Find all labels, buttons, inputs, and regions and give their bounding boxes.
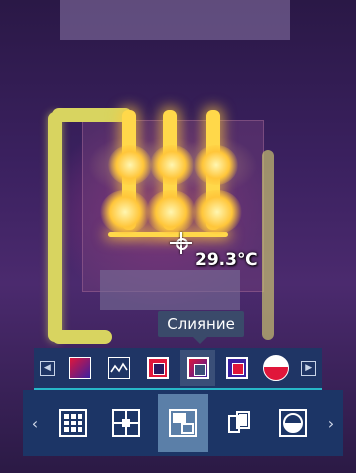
half-circle-icon xyxy=(278,409,307,437)
hot-spot xyxy=(146,190,196,234)
yellow-cable-bottom xyxy=(52,330,112,344)
grid-icon xyxy=(59,409,88,437)
small-right-arrow-icon[interactable]: ▶ xyxy=(301,360,316,376)
yellow-cable xyxy=(48,112,62,342)
palette-circle-red-white[interactable] xyxy=(258,350,293,386)
mode-tooltip: Слияние xyxy=(158,311,244,344)
side-by-side-mode-button[interactable] xyxy=(220,401,261,445)
spot-temperature: 29.3℃ xyxy=(195,250,258,270)
hot-spot xyxy=(192,190,242,234)
right-cable xyxy=(262,150,274,340)
mode-toolbar: ‹ › xyxy=(23,390,343,456)
hot-spot xyxy=(100,190,150,234)
palette-gradient-red-blue[interactable] xyxy=(63,350,98,386)
half-circle-mode-button[interactable] xyxy=(272,401,313,445)
picture-in-picture-mode-button[interactable] xyxy=(158,394,208,452)
chevron-left-icon[interactable]: ‹ xyxy=(23,414,47,433)
palette-toolbar: ◀ ▶ xyxy=(34,348,322,390)
picture-in-picture-icon xyxy=(168,409,197,437)
side-by-side-icon xyxy=(226,409,254,437)
breaker-row xyxy=(100,270,240,310)
spot-meter-crosshair-icon[interactable] xyxy=(170,232,192,254)
top-rail xyxy=(60,0,290,40)
small-left-arrow-icon[interactable]: ◀ xyxy=(40,360,55,376)
hot-spot xyxy=(108,145,152,185)
palette-fusion[interactable] xyxy=(180,350,216,386)
grid-mode-button[interactable] xyxy=(53,401,94,445)
chevron-right-icon[interactable]: › xyxy=(319,414,343,433)
hot-spot xyxy=(194,145,238,185)
palette-square-red-2[interactable] xyxy=(219,350,254,386)
palette-square-red[interactable] xyxy=(141,350,176,386)
center-spot-icon xyxy=(111,409,140,437)
hot-spot xyxy=(150,145,194,185)
palette-waveform[interactable] xyxy=(102,350,137,386)
center-spot-mode-button[interactable] xyxy=(106,401,147,445)
yellow-cable-top xyxy=(52,108,132,122)
